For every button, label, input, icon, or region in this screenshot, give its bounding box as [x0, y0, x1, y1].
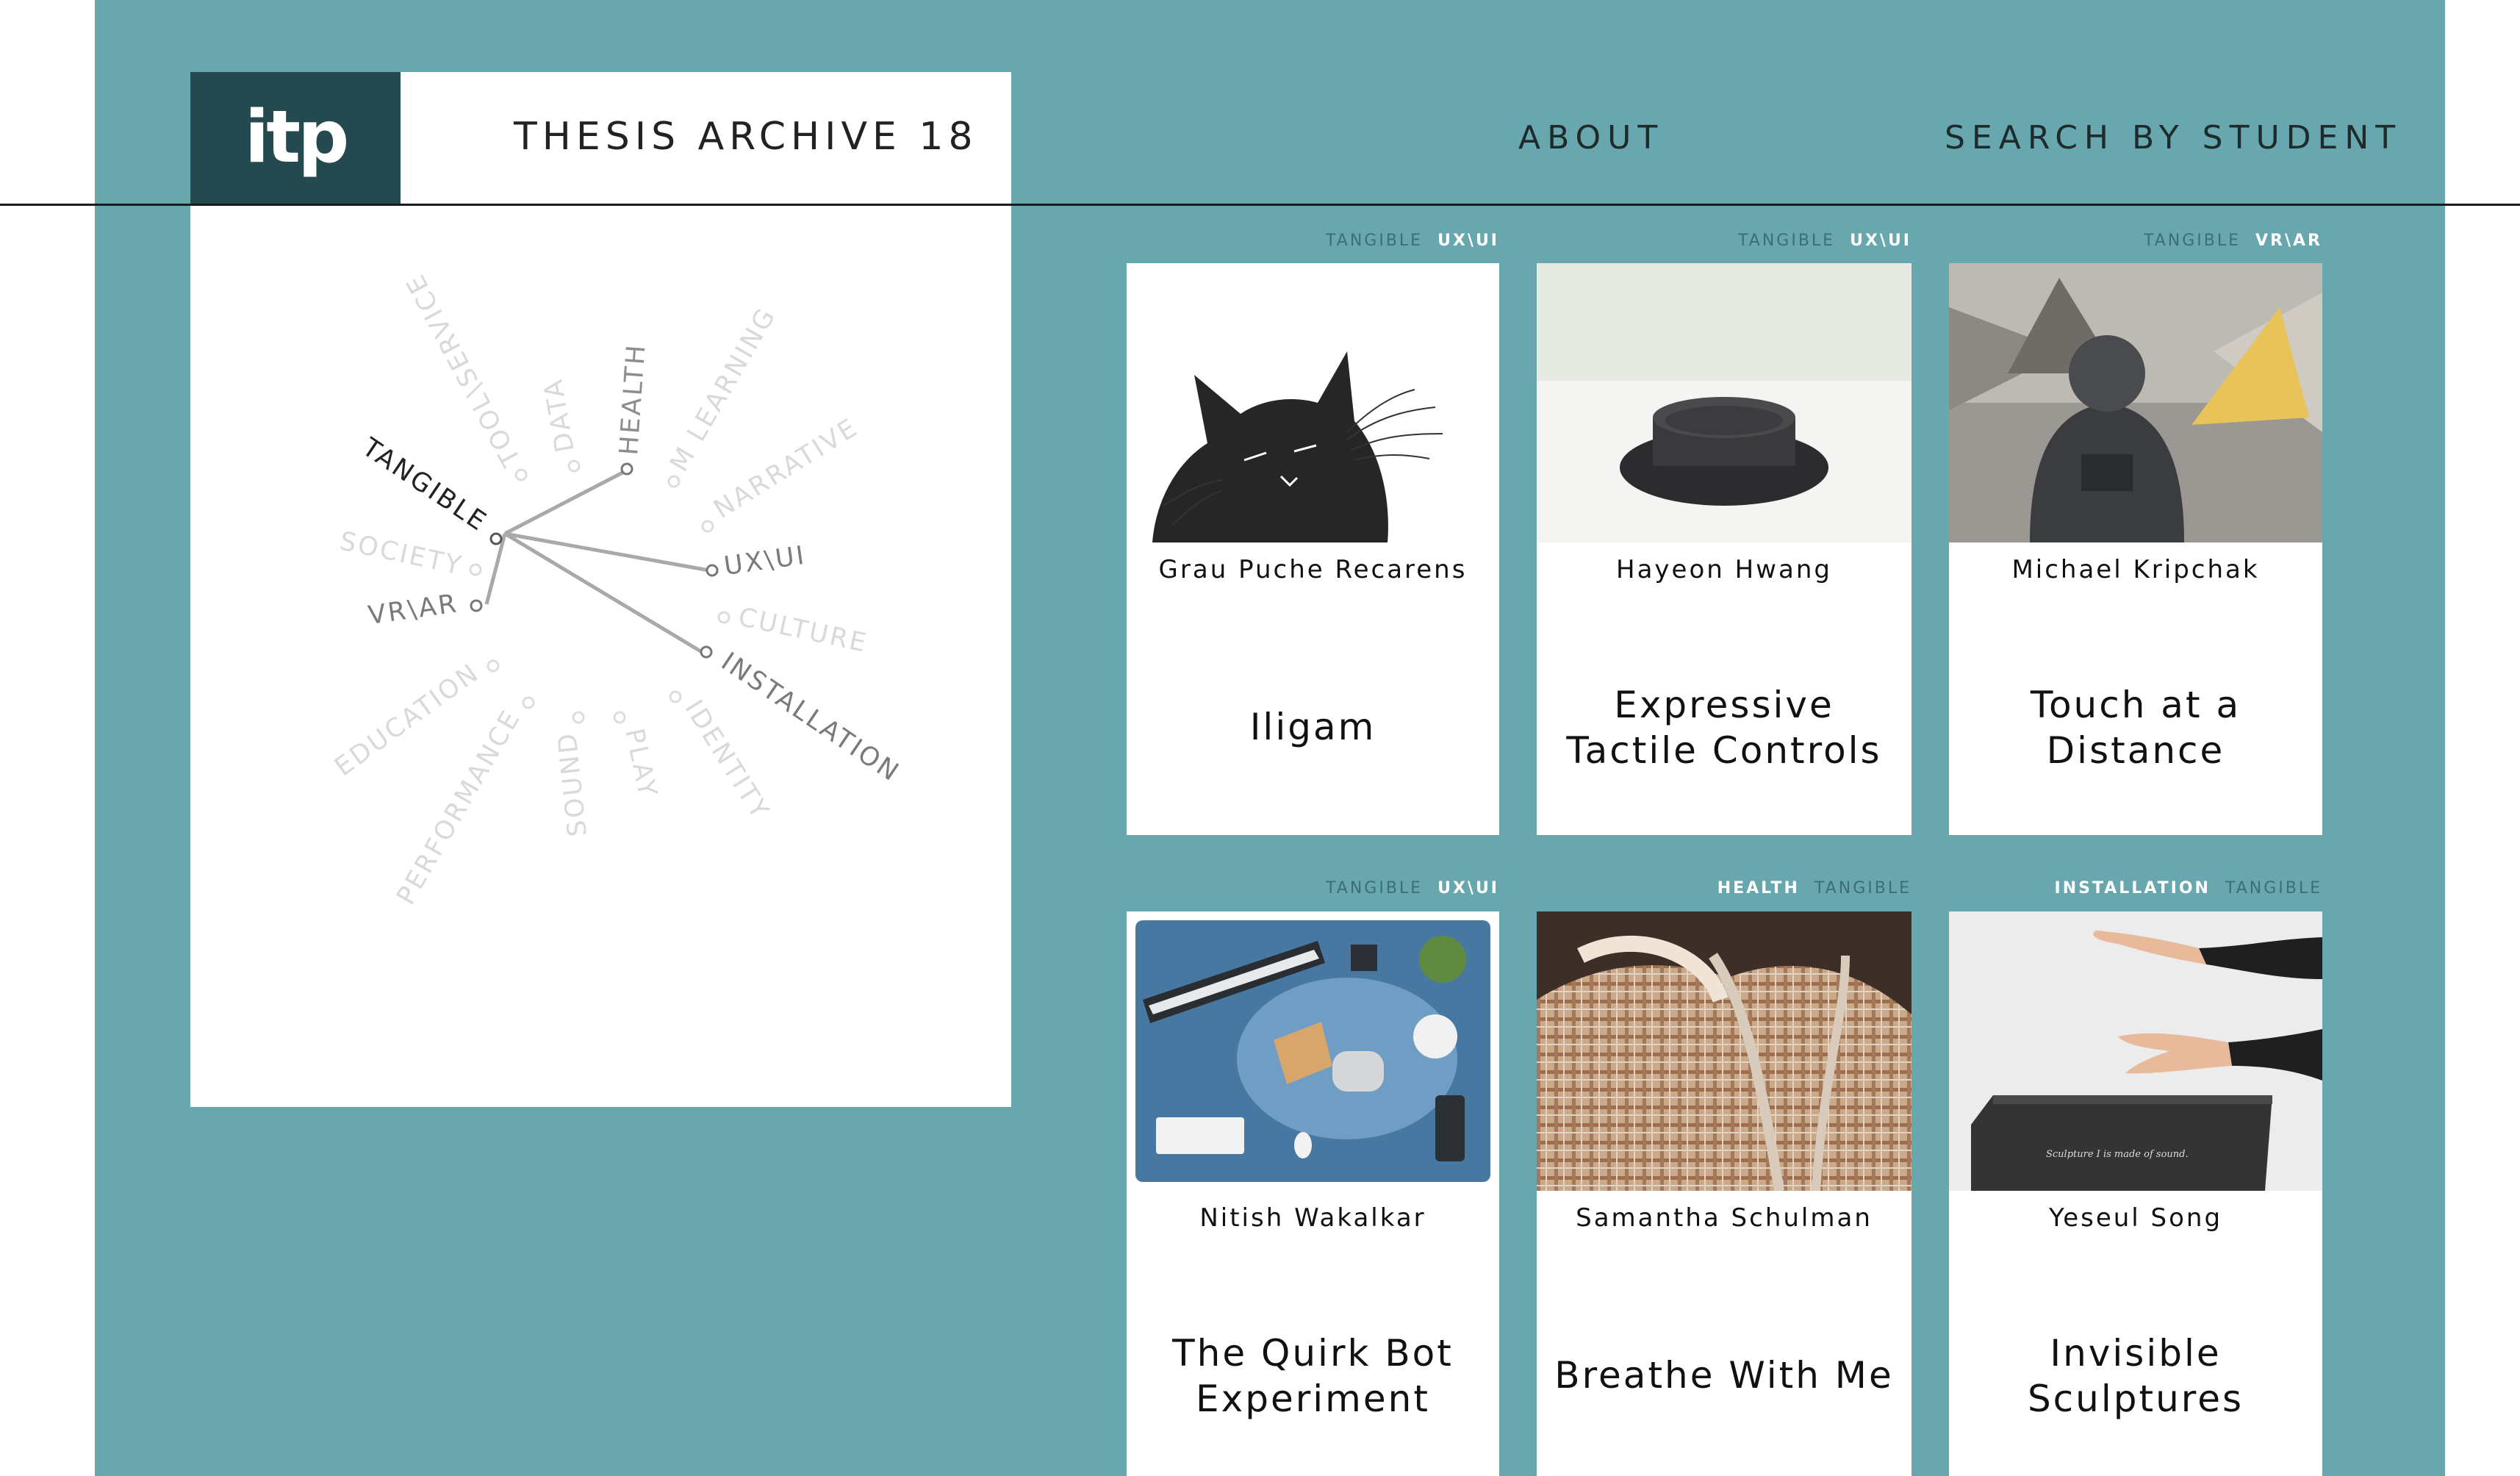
node-tangible[interactable] — [489, 532, 503, 545]
project-title: Expressive Tactile Controls — [1566, 684, 1882, 772]
sculpture-photo: Sculpture I is made of sound. — [1949, 911, 2322, 1191]
label-m-learning[interactable]: M LEARNING — [664, 302, 782, 476]
student-name: Nitish Wakalkar — [1199, 1203, 1426, 1233]
project-title: Invisible Sculptures — [2027, 1332, 2244, 1420]
label-identity[interactable]: IDENTITY — [678, 695, 775, 825]
project-title: Iligam — [1249, 706, 1376, 748]
tag-primary[interactable]: TANGIBLE — [1738, 232, 1835, 250]
tag-secondary[interactable]: UX\UI — [1437, 879, 1499, 898]
node-culture[interactable] — [717, 611, 730, 624]
tag-secondary[interactable]: TANGIBLE — [2225, 879, 2322, 898]
label-narrative[interactable]: NARRATIVE — [709, 412, 864, 524]
card-tags: TANGIBLE VR\AR — [1949, 232, 2322, 254]
project-image[interactable] — [1537, 911, 1911, 1191]
label-education[interactable]: EDUCATION — [329, 658, 485, 782]
node-vr-ar[interactable] — [470, 599, 483, 612]
tag-secondary[interactable]: VR\AR — [2255, 232, 2322, 250]
project-image[interactable]: Sculpture I is made of sound. — [1949, 911, 2322, 1191]
wheel-connector-lines — [484, 470, 711, 659]
student-name: Michael Kripchak — [2011, 555, 2260, 584]
project-image[interactable] — [1127, 911, 1499, 1191]
tag-primary[interactable]: HEALTH — [1717, 879, 1800, 898]
tag-secondary[interactable]: TANGIBLE — [1814, 879, 1911, 898]
project-card[interactable]: Nitish Wakalkar The Quirk Bot Experiment — [1127, 911, 1499, 1476]
project-card[interactable]: Samantha Schulman Breathe With Me — [1537, 911, 1911, 1476]
node-education[interactable] — [487, 659, 500, 673]
tag-primary[interactable]: TANGIBLE — [2144, 232, 2241, 250]
node-sound[interactable] — [572, 711, 585, 724]
label-data[interactable]: DATA — [539, 376, 581, 455]
box-caption: Sculpture I is made of sound. — [2046, 1149, 2189, 1160]
header-divider — [0, 204, 2520, 206]
node-performance[interactable] — [522, 696, 535, 709]
project-image[interactable] — [1537, 263, 1911, 542]
itp-logo[interactable]: itp — [190, 72, 401, 204]
label-tool-service[interactable]: TOOL\SERVICE — [401, 268, 528, 472]
student-name: Yeseul Song — [2048, 1203, 2223, 1233]
nav-search-by-student[interactable]: SEARCH BY STUDENT — [1945, 119, 2402, 157]
label-performance[interactable]: PERFORMANCE — [391, 705, 526, 910]
label-ux-ui[interactable]: UX\UI — [722, 541, 808, 581]
label-sound[interactable]: SOUND — [553, 730, 593, 838]
site-title[interactable]: THESIS ARCHIVE 18 — [514, 115, 978, 159]
project-card[interactable]: Sculpture I is made of sound. Yeseul Son… — [1949, 911, 2322, 1476]
node-play[interactable] — [613, 711, 626, 724]
node-installation[interactable] — [700, 645, 713, 659]
project-title: Touch at a Distance — [2030, 684, 2241, 772]
student-name: Hayeon Hwang — [1616, 555, 1832, 584]
label-health[interactable]: HEALTH — [614, 342, 652, 456]
logo-text: itp — [244, 96, 350, 179]
label-tangible[interactable]: TANGIBLE — [356, 432, 493, 537]
tag-primary[interactable]: TANGIBLE — [1326, 232, 1423, 250]
node-identity[interactable] — [669, 690, 682, 703]
label-culture[interactable]: CULTURE — [736, 603, 871, 659]
button-photo — [1537, 263, 1911, 542]
project-card[interactable]: Michael Kripchak Touch at a Distance — [1949, 263, 2322, 835]
node-society[interactable] — [469, 563, 482, 576]
tag-primary[interactable]: TANGIBLE — [1326, 879, 1423, 898]
project-image[interactable] — [1949, 263, 2322, 542]
card-tags: INSTALLATION TANGIBLE — [1949, 879, 2322, 901]
label-play[interactable]: PLAY — [619, 726, 662, 801]
node-narrative[interactable] — [701, 520, 714, 533]
student-name: Grau Puche Recarens — [1158, 555, 1468, 584]
label-vr-ar[interactable]: VR\AR — [367, 589, 461, 631]
node-ux-ui[interactable] — [706, 564, 719, 577]
student-name: Samantha Schulman — [1576, 1203, 1873, 1233]
project-card[interactable]: Hayeon Hwang Expressive Tactile Controls — [1537, 263, 1911, 835]
tag-secondary[interactable]: UX\UI — [1850, 232, 1911, 250]
tag-primary[interactable]: INSTALLATION — [2055, 879, 2211, 898]
tag-secondary[interactable]: UX\UI — [1437, 232, 1499, 250]
project-image[interactable] — [1127, 263, 1499, 542]
card-tags: TANGIBLE UX\UI — [1127, 232, 1499, 254]
vr-photo — [1949, 263, 2322, 542]
card-tags: TANGIBLE UX\UI — [1537, 232, 1911, 254]
project-title: The Quirk Bot Experiment — [1172, 1332, 1454, 1420]
project-title: Breathe With Me — [1554, 1354, 1894, 1397]
project-card[interactable]: Grau Puche Recarens Iligam — [1127, 263, 1499, 835]
desk-photo — [1127, 911, 1499, 1191]
garment-photo — [1537, 911, 1911, 1191]
node-m-learning[interactable] — [667, 475, 681, 488]
node-health[interactable] — [620, 462, 633, 476]
node-data[interactable] — [567, 459, 581, 473]
label-society[interactable]: SOCIETY — [337, 526, 465, 581]
card-tags: HEALTH TANGIBLE — [1537, 879, 1911, 901]
card-tags: TANGIBLE UX\UI — [1127, 879, 1499, 901]
nav-about[interactable]: ABOUT — [1518, 119, 1664, 157]
category-panel: itp THESIS ARCHIVE 18 TOOL\SERVICE DATA … — [190, 72, 1011, 1107]
cat-illustration — [1127, 263, 1499, 542]
category-wheel: TOOL\SERVICE DATA HEALTH M LEARNING NARR… — [329, 268, 905, 910]
node-tool-service[interactable] — [514, 468, 528, 481]
